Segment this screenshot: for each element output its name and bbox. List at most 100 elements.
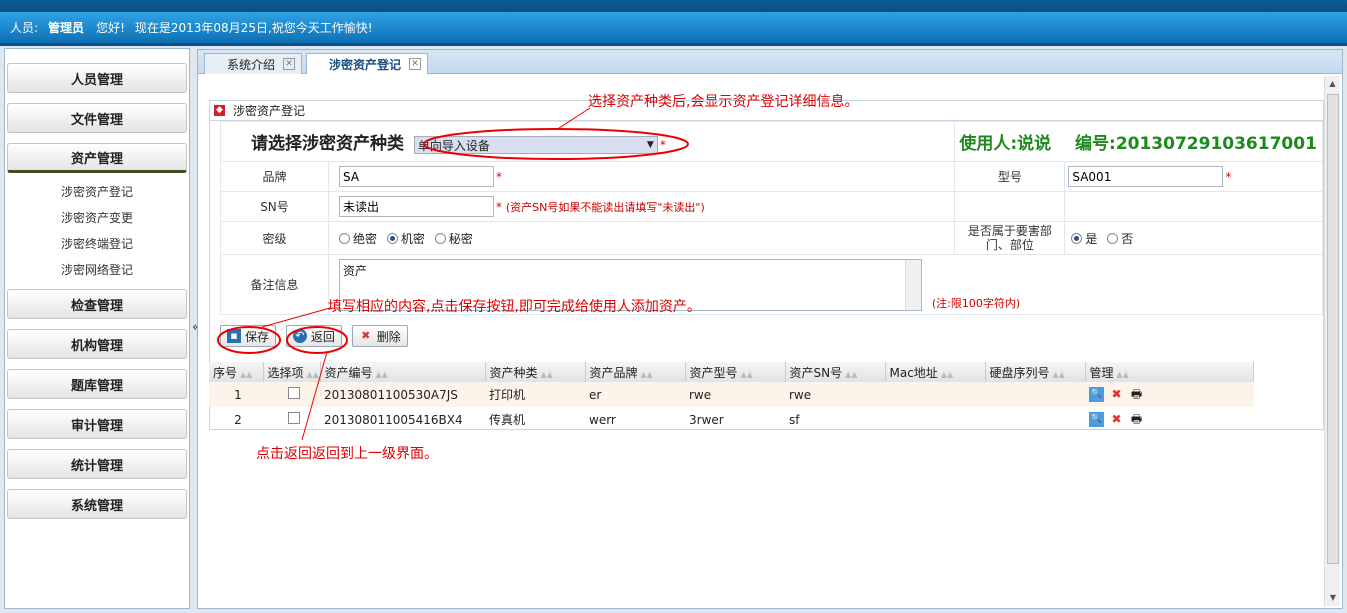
top-banner	[0, 0, 1347, 12]
col-header[interactable]: 资产SN号 ▲▲	[785, 362, 886, 382]
radio-label: 是	[1085, 231, 1098, 246]
model-input[interactable]	[1068, 166, 1224, 187]
cell-brand: werr	[589, 412, 616, 427]
col-header[interactable]: 资产种类 ▲▲	[485, 362, 586, 382]
form-title: 涉密资产登记	[233, 104, 306, 118]
cell-sn: sf	[789, 412, 800, 427]
menu-system[interactable]: 系统管理	[7, 489, 187, 519]
brand-input[interactable]	[339, 166, 494, 187]
cell-model: rwe	[685, 382, 785, 407]
col-header[interactable]: 资产品牌 ▲▲	[585, 362, 686, 382]
form-table: 请选择涉密资产种类 单向导入设备 ▼ * 使用人:说说 编号:201307291…	[219, 121, 1323, 315]
scroll-up-icon[interactable]: ▲	[1325, 76, 1340, 92]
radio-confidential[interactable]: 秘密	[434, 230, 473, 247]
radio-yes[interactable]: 是	[1071, 230, 1097, 247]
scroll-thumb[interactable]	[1327, 94, 1339, 564]
close-icon[interactable]: ✕	[409, 58, 422, 70]
sn-input[interactable]	[339, 196, 494, 217]
table-row: 2 201308011005416BX4 传真机 werr 3rwer sf 🔍…	[209, 407, 1254, 432]
tab-asset-register[interactable]: 涉密资产登记 ✕	[306, 53, 429, 74]
cell-code: 20130801100530A7JS	[320, 382, 485, 407]
tab-system-intro[interactable]: 系统介绍 ✕	[204, 53, 303, 74]
submenu-asset-change[interactable]: 涉密资产变更	[5, 205, 189, 231]
delete-icon[interactable]: ✖	[1109, 387, 1124, 402]
vertical-scrollbar[interactable]: ▲ ▼	[1324, 76, 1340, 606]
remark-note: (注:限100字符内)	[931, 296, 1021, 310]
main-panel: 系统介绍 ✕ 涉密资产登记 ✕ ▲ ▼ ◆ 涉密资产登记 请选择涉密资产种类 单…	[197, 49, 1343, 609]
remark-text: 资产	[343, 263, 368, 278]
annotation-save: 填写相应的内容,点击保存按钮,即可完成给使用人添加资产。	[328, 299, 701, 315]
secret-label: 密级	[220, 221, 329, 255]
view-icon[interactable]: 🔍	[1089, 387, 1104, 402]
select-label: 请选择涉密资产种类	[251, 133, 404, 154]
asset-type-select[interactable]: 单向导入设备 ▼	[413, 136, 658, 155]
col-header[interactable]: 资产编号 ▲▲	[320, 362, 486, 382]
menu-personnel[interactable]: 人员管理	[7, 63, 187, 93]
print-icon[interactable]: 🖶	[1129, 412, 1144, 427]
menu-files[interactable]: 文件管理	[7, 103, 187, 133]
row-checkbox[interactable]	[287, 387, 300, 399]
grid-header: 序号 ▲▲ 选择项 ▲▲ 资产编号 ▲▲ 资产种类 ▲▲ 资产品牌 ▲▲ 资产型号 ▲▲ 资…	[209, 362, 1254, 382]
col-header[interactable]: 资产型号 ▲▲	[685, 362, 786, 382]
col-header[interactable]: 硬盘序列号 ▲▲	[985, 362, 1086, 382]
annotation-back: 点击返回返回到上一级界面。	[256, 446, 438, 462]
sidebar: 人员管理 文件管理 资产管理 涉密资产登记 涉密资产变更 涉密终端登记 涉密网络…	[4, 48, 190, 609]
submenu-network-register[interactable]: 涉密网络登记	[5, 257, 189, 283]
back-button[interactable]: ↶ 返回	[285, 325, 342, 347]
scroll-down-icon[interactable]: ▼	[1325, 590, 1341, 606]
col-header[interactable]: Mac地址 ▲▲	[885, 362, 986, 382]
asset-submenu: 涉密资产登记 涉密资产变更 涉密终端登记 涉密网络登记	[5, 179, 189, 283]
back-label: 返回	[310, 329, 335, 344]
delete-icon[interactable]: ✖	[1109, 412, 1124, 427]
save-button[interactable]: ▪ 保存	[220, 325, 277, 347]
row-checkbox[interactable]	[287, 412, 300, 424]
save-label: 保存	[245, 329, 270, 344]
cell-disk	[985, 407, 1085, 432]
save-icon: ▪	[227, 329, 241, 343]
submenu-asset-register[interactable]: 涉密资产登记	[5, 179, 189, 205]
greeting: 您好!	[96, 21, 125, 35]
menu-organization[interactable]: 机构管理	[7, 329, 187, 359]
menu-question-bank[interactable]: 题库管理	[7, 369, 187, 399]
print-icon[interactable]: 🖶	[1129, 387, 1144, 402]
button-bar: ▪ 保存 ↶ 返回 ✖ 删除	[220, 325, 1323, 347]
col-header[interactable]: 序号 ▲▲	[209, 362, 264, 382]
annotation-select: 选择资产种类后,会显示资产登记详细信息。	[588, 94, 859, 110]
user-field: 使用人:说说	[959, 134, 1052, 154]
user-label: 人员:	[10, 21, 39, 35]
form-icon: ◆	[214, 105, 225, 116]
menu-audit[interactable]: 审计管理	[7, 409, 187, 439]
col-header[interactable]: 选择项 ▲▲	[263, 362, 321, 382]
menu-statistics[interactable]: 统计管理	[7, 449, 187, 479]
radio-secret[interactable]: 机密	[386, 230, 425, 247]
back-icon: ↶	[292, 329, 307, 343]
radio-label: 绝密	[353, 231, 378, 246]
radio-top-secret[interactable]: 绝密	[339, 230, 377, 247]
view-icon[interactable]: 🔍	[1089, 412, 1104, 427]
radio-no[interactable]: 否	[1107, 230, 1133, 247]
cell-mac	[885, 382, 985, 407]
submenu-terminal-register[interactable]: 涉密终端登记	[5, 231, 189, 257]
chevron-down-icon: ▼	[646, 140, 654, 151]
model-label: 型号	[954, 161, 1066, 192]
delete-icon: ✖	[361, 329, 371, 342]
menu-inspection[interactable]: 检查管理	[7, 289, 187, 319]
cell-brand: er	[585, 382, 685, 407]
radio-label: 机密	[400, 231, 425, 246]
asset-grid: 序号 ▲▲ 选择项 ▲▲ 资产编号 ▲▲ 资产种类 ▲▲ 资产品牌 ▲▲ 资产型号 ▲▲ 资…	[209, 362, 1254, 432]
cell-model: 3rwer	[689, 412, 724, 427]
close-icon[interactable]: ✕	[283, 58, 296, 70]
brand-label: 品牌	[220, 161, 329, 192]
radio-label: 否	[1121, 231, 1134, 246]
textarea-scrollbar[interactable]	[905, 259, 921, 310]
welcome-bar: 人员: 管理员 您好! 现在是2013年08月25日,祝您今天工作愉快!	[0, 12, 1347, 46]
remark-label: 备注信息	[220, 254, 329, 315]
menu-assets[interactable]: 资产管理	[7, 143, 187, 173]
delete-button[interactable]: ✖ 删除	[351, 325, 408, 347]
tab-label: 系统介绍	[227, 57, 276, 72]
date-text: 现在是2013年08月25日,祝您今天工作愉快!	[134, 21, 373, 35]
user-name: 管理员	[48, 21, 85, 35]
tab-strip: 系统介绍 ✕ 涉密资产登记 ✕	[198, 50, 1342, 74]
tab-label: 涉密资产登记	[329, 57, 402, 72]
col-header[interactable]: 管理 ▲▲	[1085, 362, 1254, 382]
